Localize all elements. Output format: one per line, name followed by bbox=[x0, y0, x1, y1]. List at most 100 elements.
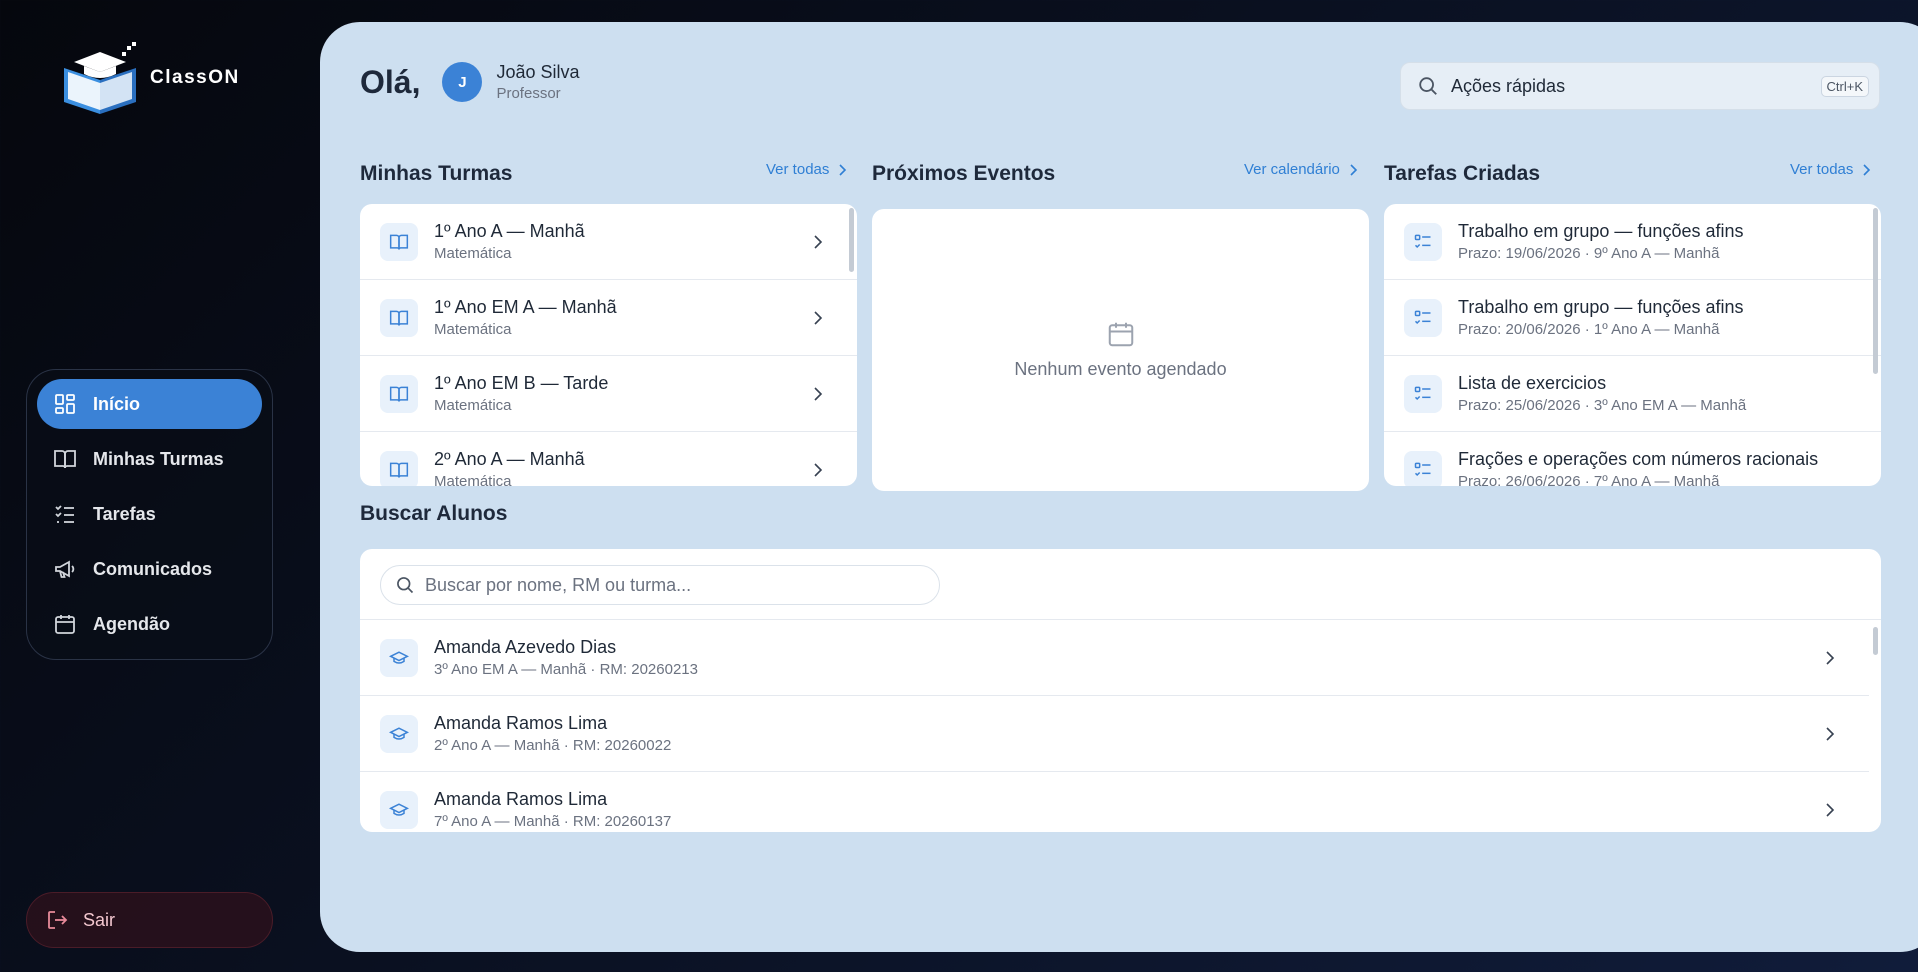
user-info: João Silva Professor bbox=[496, 62, 579, 102]
eventos-card: Nenhum evento agendado bbox=[872, 209, 1369, 491]
sidebar-item-label: Comunicados bbox=[93, 558, 213, 579]
section-title-tarefas: Tarefas Criadas bbox=[1384, 162, 1541, 185]
list-item[interactable]: 1º Ano A — Manhã Matemática bbox=[360, 204, 857, 280]
brand-logo[interactable]: ClassON bbox=[60, 38, 260, 118]
chevron-right-icon bbox=[814, 235, 823, 249]
link-label: Ver todas bbox=[766, 161, 830, 178]
chevron-right-icon bbox=[1863, 163, 1871, 176]
checklist-icon bbox=[1404, 450, 1442, 486]
sidebar-nav: Início Minhas Turmas Tarefas Comunicados… bbox=[26, 369, 273, 660]
logout-button[interactable]: Sair bbox=[26, 892, 273, 948]
chevron-right-icon bbox=[1826, 651, 1835, 665]
checklist-icon bbox=[1404, 298, 1442, 337]
empty-state: Nenhum evento agendado bbox=[872, 319, 1369, 380]
sidebar-item-comunicados[interactable]: Comunicados bbox=[37, 544, 262, 594]
chevron-right-icon bbox=[839, 163, 847, 176]
table-row[interactable]: Amanda Azevedo Dias 3º Ano EM A — Manhã … bbox=[360, 620, 1869, 696]
item-subtitle: Matemática bbox=[434, 245, 512, 262]
sidebar-item-tarefas[interactable]: Tarefas bbox=[37, 489, 262, 539]
list-item[interactable]: 2º Ano A — Manhã Matemática bbox=[360, 432, 857, 486]
greeting-text: Olá, bbox=[360, 63, 421, 100]
chevron-right-icon bbox=[814, 311, 823, 325]
graduation-book-icon bbox=[64, 42, 136, 114]
item-title: 1º Ano A — Manhã bbox=[434, 221, 585, 241]
graduation-cap-icon bbox=[380, 790, 418, 829]
main-panel: Olá, J João Silva Professor Ações rápida… bbox=[320, 22, 1918, 952]
section-title-turmas: Minhas Turmas bbox=[360, 162, 513, 185]
table-row[interactable]: Amanda Ramos Lima 2º Ano A — Manhã · RM:… bbox=[360, 696, 1869, 772]
logout-icon bbox=[48, 911, 68, 929]
sidebar-item-label: Agendão bbox=[93, 613, 171, 634]
search-icon bbox=[1419, 77, 1437, 95]
list-item[interactable]: Lista de exercicios Prazo: 25/06/2026 · … bbox=[1384, 356, 1881, 432]
link-label: Ver calendário bbox=[1244, 161, 1340, 178]
sidebar-item-inicio[interactable]: Início bbox=[37, 379, 262, 429]
sidebar-item-agendao[interactable]: Agendão bbox=[37, 599, 262, 649]
student-name: Amanda Ramos Lima bbox=[434, 789, 608, 809]
chevron-right-icon bbox=[1826, 727, 1835, 741]
checklist-icon bbox=[55, 505, 74, 523]
item-title: Frações e operações com números racionai… bbox=[1458, 449, 1819, 469]
item-subtitle: Prazo: 20/06/2026 · 1º Ano A — Manhã bbox=[1458, 321, 1720, 338]
item-title: 1º Ano EM B — Tarde bbox=[434, 373, 609, 393]
item-title: 2º Ano A — Manhã bbox=[434, 449, 585, 469]
book-icon bbox=[380, 374, 418, 413]
item-title: Trabalho em grupo — funções afins bbox=[1458, 297, 1744, 317]
empty-state-text: Nenhum evento agendado bbox=[1014, 359, 1227, 379]
search-icon bbox=[397, 577, 414, 594]
item-subtitle: Prazo: 25/06/2026 · 3º Ano EM A — Manhã bbox=[1458, 397, 1747, 414]
tarefas-card: Trabalho em grupo — funções afins Prazo:… bbox=[1384, 204, 1881, 486]
sidebar-item-label: Início bbox=[93, 393, 141, 414]
book-icon bbox=[380, 298, 418, 337]
item-title: 1º Ano EM A — Manhã bbox=[434, 297, 617, 317]
item-subtitle: Prazo: 26/06/2026 · 7º Ano A — Manhã bbox=[1458, 473, 1720, 486]
checklist-icon bbox=[1404, 374, 1442, 413]
table-row[interactable]: Amanda Ramos Lima 7º Ano A — Manhã · RM:… bbox=[360, 772, 1869, 832]
student-name: Amanda Azevedo Dias bbox=[434, 637, 617, 657]
quick-actions-search[interactable]: Ações rápidas Ctrl+K bbox=[1400, 62, 1880, 110]
alunos-card: Amanda Azevedo Dias 3º Ano EM A — Manhã … bbox=[360, 549, 1881, 832]
graduation-cap-icon bbox=[380, 714, 418, 753]
avatar[interactable]: J bbox=[442, 62, 483, 102]
quick-actions-label: Ações rápidas bbox=[1451, 75, 1566, 96]
student-detail: 2º Ano A — Manhã · RM: 20260022 bbox=[434, 737, 672, 754]
brand-name: ClassON bbox=[150, 67, 240, 88]
student-list: Amanda Azevedo Dias 3º Ano EM A — Manhã … bbox=[360, 619, 1881, 832]
item-subtitle: Matemática bbox=[434, 321, 512, 338]
scrollbar[interactable] bbox=[1873, 208, 1878, 374]
logout-label: Sair bbox=[83, 909, 116, 930]
turmas-card: 1º Ano A — Manhã Matemática 1º Ano EM A … bbox=[360, 204, 857, 486]
book-icon bbox=[380, 450, 418, 486]
list-item[interactable]: 1º Ano EM B — Tarde Matemática bbox=[360, 356, 857, 432]
user-role: Professor bbox=[496, 85, 561, 102]
student-search-field[interactable] bbox=[380, 565, 940, 605]
scrollbar[interactable] bbox=[1873, 627, 1878, 655]
grid-icon bbox=[55, 394, 75, 414]
section-title-alunos: Buscar Alunos bbox=[360, 502, 508, 525]
megaphone-icon bbox=[55, 560, 75, 578]
list-item[interactable]: Frações e operações com números racionai… bbox=[1384, 432, 1881, 486]
turmas-ver-todas-link[interactable]: Ver todas bbox=[766, 161, 847, 178]
chevron-right-icon bbox=[1826, 803, 1835, 817]
book-icon bbox=[380, 222, 418, 261]
graduation-cap-icon bbox=[380, 638, 418, 677]
book-icon bbox=[54, 450, 76, 469]
item-subtitle: Matemática bbox=[434, 397, 512, 414]
student-search-input[interactable] bbox=[425, 574, 905, 596]
student-detail: 3º Ano EM A — Manhã · RM: 20260213 bbox=[434, 661, 698, 678]
checklist-icon bbox=[1404, 222, 1442, 261]
list-item[interactable]: Trabalho em grupo — funções afins Prazo:… bbox=[1384, 280, 1881, 356]
list-item[interactable]: 1º Ano EM A — Manhã Matemática bbox=[360, 280, 857, 356]
scrollbar[interactable] bbox=[849, 208, 854, 272]
list-item[interactable]: Trabalho em grupo — funções afins Prazo:… bbox=[1384, 204, 1881, 280]
calendar-icon bbox=[55, 615, 75, 634]
tarefas-ver-todas-link[interactable]: Ver todas bbox=[1790, 161, 1871, 178]
shortcut-badge: Ctrl+K bbox=[1820, 75, 1869, 97]
sidebar-item-minhas-turmas[interactable]: Minhas Turmas bbox=[37, 434, 262, 484]
user-name: João Silva bbox=[496, 62, 580, 82]
ver-calendario-link[interactable]: Ver calendário bbox=[1244, 161, 1358, 178]
link-label: Ver todas bbox=[1790, 161, 1854, 178]
chevron-right-icon bbox=[814, 463, 823, 477]
sidebar-item-label: Minhas Turmas bbox=[93, 448, 224, 469]
calendar-icon bbox=[1108, 322, 1133, 347]
